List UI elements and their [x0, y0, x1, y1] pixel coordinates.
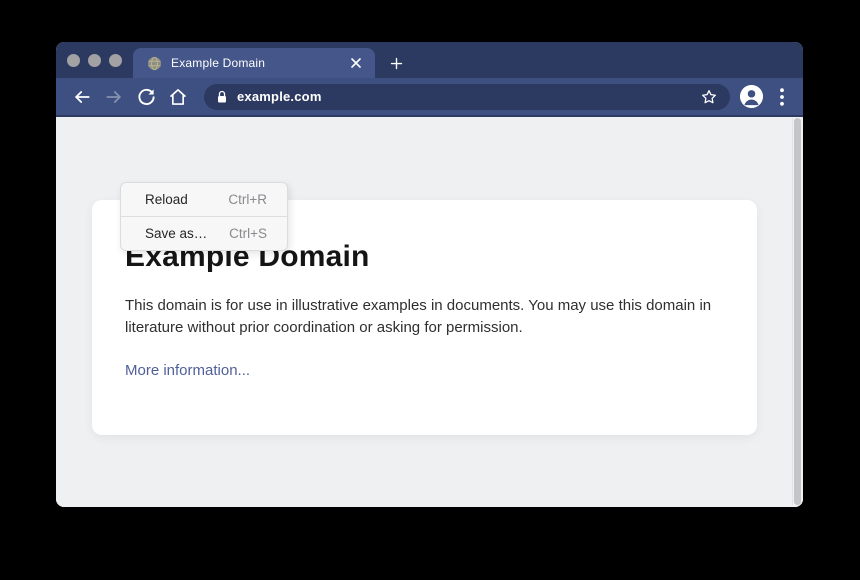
tab-example-domain[interactable]: Example Domain: [133, 48, 375, 78]
page-viewport: Reload Ctrl+R Save as… Ctrl+S Example Do…: [56, 117, 803, 507]
close-window-button[interactable]: [67, 54, 80, 67]
reload-button[interactable]: [132, 83, 160, 111]
browser-menu-button[interactable]: [771, 83, 793, 111]
tab-close-icon[interactable]: [347, 54, 365, 72]
favicon-globe-icon: [147, 56, 162, 71]
person-icon: [740, 85, 763, 108]
toolbar: example.com: [56, 78, 803, 117]
titlebar: Example Domain: [56, 42, 803, 78]
reload-icon: [137, 87, 156, 106]
profile-avatar[interactable]: [740, 85, 763, 108]
home-icon: [168, 87, 188, 107]
forward-button[interactable]: [100, 83, 128, 111]
page-body-text: This domain is for use in illustrative e…: [125, 295, 713, 339]
maximize-window-button[interactable]: [109, 54, 122, 67]
lock-icon: [216, 90, 228, 104]
minimize-window-button[interactable]: [88, 54, 101, 67]
menu-item-save-as[interactable]: Save as… Ctrl+S: [121, 217, 287, 250]
url-text[interactable]: example.com: [237, 89, 700, 104]
menu-item-label: Save as…: [145, 226, 207, 241]
new-tab-button[interactable]: [381, 48, 411, 78]
kebab-menu-icon: [780, 88, 784, 106]
back-button[interactable]: [68, 83, 96, 111]
address-bar[interactable]: example.com: [204, 84, 730, 110]
traffic-lights: [67, 54, 122, 67]
scrollbar-thumb[interactable]: [794, 118, 801, 505]
menu-item-shortcut: Ctrl+R: [228, 192, 267, 207]
menu-item-shortcut: Ctrl+S: [229, 226, 267, 241]
bookmark-star-icon[interactable]: [700, 88, 718, 106]
context-menu: Reload Ctrl+R Save as… Ctrl+S: [120, 182, 288, 251]
more-information-link[interactable]: More information...: [125, 362, 250, 379]
vertical-scrollbar[interactable]: [792, 118, 802, 505]
tab-title: Example Domain: [171, 56, 347, 70]
back-arrow-icon: [72, 87, 92, 107]
browser-window: Example Domain: [56, 42, 803, 507]
menu-item-reload[interactable]: Reload Ctrl+R: [121, 183, 287, 216]
home-button[interactable]: [164, 83, 192, 111]
menu-item-label: Reload: [145, 192, 188, 207]
forward-arrow-icon: [104, 87, 124, 107]
